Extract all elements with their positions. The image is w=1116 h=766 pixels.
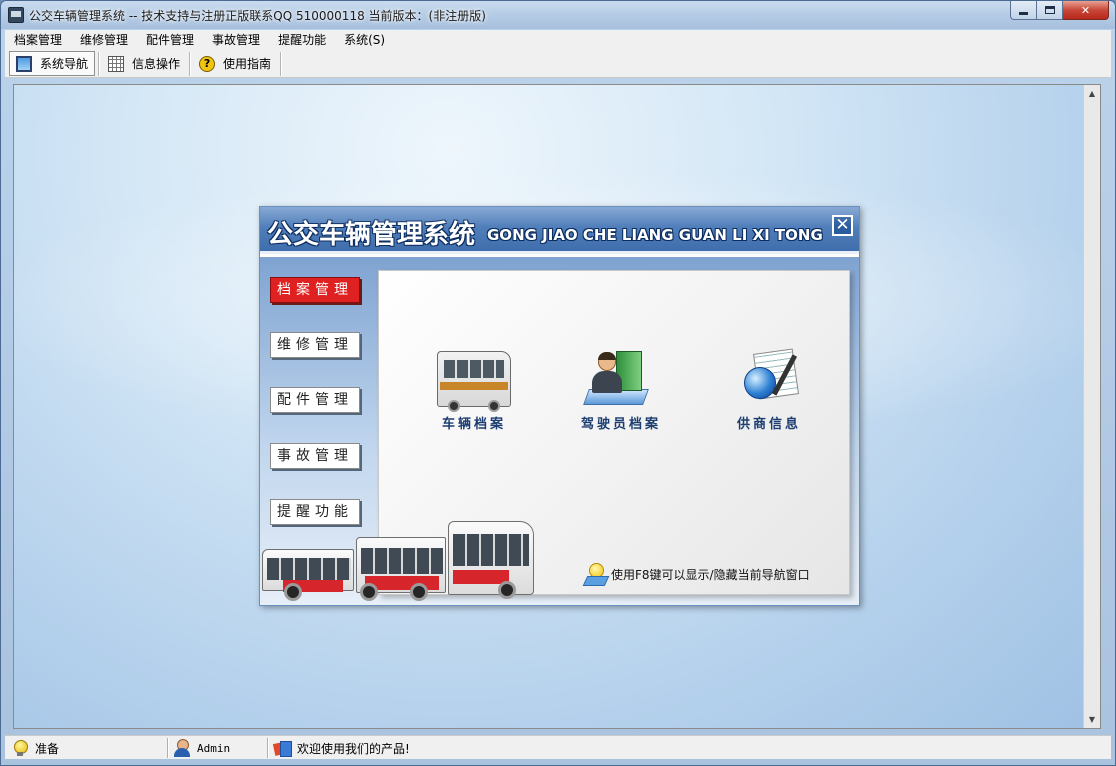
status-bar: 准备 Admin 欢迎使用我们的产品! <box>5 735 1111 759</box>
title-bar[interactable]: 公交车辆管理系统 -- 技术支持与注册正版联系QQ 510000118 当前版本… <box>1 1 1115 29</box>
driver-archive-button[interactable]: 驾驶员档案 <box>566 351 676 432</box>
toolbar-system-nav-button[interactable]: 系统导航 <box>9 51 96 76</box>
maximize-button[interactable] <box>1037 1 1063 20</box>
bus-wheel <box>410 583 428 601</box>
help-icon: ? <box>199 55 216 72</box>
driver-icon-body <box>592 371 622 393</box>
toolbar-label: 使用指南 <box>223 57 272 71</box>
lightbulb-status-icon <box>11 739 29 757</box>
close-icon: ✕ <box>1080 3 1091 17</box>
status-welcome-pane: 欢迎使用我们的产品! <box>273 738 410 758</box>
vertical-scrollbar[interactable]: ▲ ▼ <box>1083 85 1100 728</box>
main-window: 公交车辆管理系统 -- 技术支持与注册正版联系QQ 510000118 当前版本… <box>0 0 1116 766</box>
bus-segment-rear <box>262 549 354 592</box>
lightbulb-icon <box>585 563 605 585</box>
menu-accident[interactable]: 事故管理 <box>203 30 269 50</box>
window-controls: ✕ <box>1010 1 1109 21</box>
monitor-icon <box>16 55 32 72</box>
driver-icon-hair <box>598 352 616 360</box>
window-title: 公交车辆管理系统 -- 技术支持与注册正版联系QQ 510000118 当前版本… <box>29 9 486 23</box>
scroll-up-icon[interactable]: ▲ <box>1084 85 1100 102</box>
status-user-pane: Admin <box>173 738 230 758</box>
menu-system[interactable]: 系统(S) <box>335 30 394 50</box>
function-label: 驾驶员档案 <box>580 417 661 432</box>
bus-windows <box>267 558 351 580</box>
nav-body: 档案管理 维修管理 配件管理 事故管理 提醒功能 车辆档案 驾驶员档案 供商信息… <box>260 257 859 605</box>
nav-close-button[interactable]: ✕ <box>832 215 853 236</box>
nav-header: 公交车辆管理系统 GONG JIAO CHE LIANG GUAN LI XI … <box>260 207 859 254</box>
toolbar-info-ops-button[interactable]: 信息操作 <box>102 51 186 76</box>
user-icon <box>173 739 191 757</box>
tip-text: 使用F8键可以显示/隐藏当前导航窗口 <box>611 567 810 582</box>
toolbar-separator <box>98 51 100 76</box>
bus-stripe <box>440 382 508 390</box>
status-ready-text: 准备 <box>35 741 60 756</box>
scroll-down-icon[interactable]: ▼ <box>1084 711 1100 728</box>
status-ready-pane: 准备 <box>11 738 59 758</box>
bus-wheel <box>448 400 460 412</box>
menu-bar: 档案管理 维修管理 配件管理 事故管理 提醒功能 系统(S) <box>5 30 1111 50</box>
bus-segment-front <box>448 521 534 595</box>
grid-icon <box>108 55 125 72</box>
bus-icon <box>437 351 511 412</box>
status-user-text: Admin <box>197 741 231 755</box>
status-welcome-text: 欢迎使用我们的产品! <box>297 741 410 756</box>
function-label: 车辆档案 <box>441 417 506 432</box>
bus-wheel <box>488 400 500 412</box>
menu-reminder[interactable]: 提醒功能 <box>269 30 335 50</box>
vehicle-archive-button[interactable]: 车辆档案 <box>419 351 529 432</box>
side-menu-accident[interactable]: 事故管理 <box>270 443 360 469</box>
products-icon <box>273 739 292 757</box>
toolbar-label: 系统导航 <box>40 57 89 71</box>
nav-title: 公交车辆管理系统 <box>267 220 476 250</box>
bus-wheel <box>284 583 302 601</box>
status-divider <box>267 738 268 758</box>
bus-wheel <box>360 583 378 601</box>
toolbar: 系统导航 信息操作 ? 使用指南 <box>5 50 1111 78</box>
side-menu-parts[interactable]: 配件管理 <box>270 387 360 413</box>
driver-icon <box>583 351 658 407</box>
side-menu-archive[interactable]: 档案管理 <box>270 277 360 303</box>
minimize-button[interactable] <box>1010 1 1037 20</box>
menu-archive[interactable]: 档案管理 <box>5 30 71 50</box>
navigation-panel: 公交车辆管理系统 GONG JIAO CHE LIANG GUAN LI XI … <box>259 206 860 606</box>
nav-title-pinyin: GONG JIAO CHE LIANG GUAN LI XI TONG <box>487 226 823 244</box>
close-button[interactable]: ✕ <box>1063 1 1109 20</box>
maximize-icon <box>1044 6 1055 14</box>
toolbar-separator <box>189 51 191 76</box>
bus-app-icon[interactable] <box>8 7 24 23</box>
bus-wheel <box>498 581 516 599</box>
function-label: 供商信息 <box>736 417 801 432</box>
menu-repair[interactable]: 维修管理 <box>71 30 137 50</box>
toolbar-guide-button[interactable]: ? 使用指南 <box>193 51 277 76</box>
minimize-icon <box>1019 11 1028 15</box>
globe-icon <box>744 367 776 399</box>
bus-windows <box>453 534 529 566</box>
menu-parts[interactable]: 配件管理 <box>137 30 203 50</box>
bus-illustration <box>260 519 540 605</box>
bus-window <box>444 360 504 378</box>
f8-tip: 使用F8键可以显示/隐藏当前导航窗口 <box>585 563 810 585</box>
supplier-icon <box>732 348 806 407</box>
status-divider <box>167 738 168 758</box>
supplier-info-button[interactable]: 供商信息 <box>714 348 824 432</box>
toolbar-label: 信息操作 <box>132 57 181 71</box>
side-menu-repair[interactable]: 维修管理 <box>270 332 360 358</box>
bus-windows <box>361 548 443 574</box>
toolbar-separator <box>280 51 282 76</box>
